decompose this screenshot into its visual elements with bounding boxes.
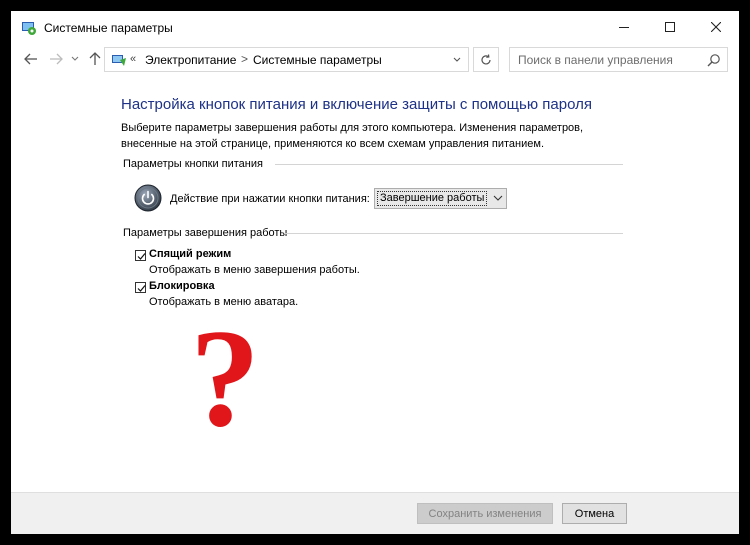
power-action-value[interactable]: Завершение работы	[377, 191, 487, 206]
breadcrumb-overflow[interactable]: «	[130, 53, 136, 65]
navigation-bar: « Электропитание > Системные параметры П…	[11, 44, 739, 74]
sleep-option-description: Отображать в меню завершения работы.	[149, 264, 360, 276]
power-action-label: Действие при нажатии кнопки питания:	[170, 193, 370, 205]
forward-button[interactable]	[47, 50, 65, 68]
breadcrumb-power-options[interactable]: Электропитание	[145, 53, 236, 67]
search-icon[interactable]	[707, 53, 721, 67]
footer-bar: Сохранить изменения Отмена	[11, 492, 739, 534]
search-box[interactable]: Поиск в панели управления	[509, 47, 728, 72]
checkmark-icon	[137, 285, 146, 292]
save-changes-button[interactable]: Сохранить изменения	[417, 503, 553, 524]
back-arrow-icon	[24, 53, 37, 65]
sleep-checkbox[interactable]	[135, 250, 146, 261]
maximize-button[interactable]	[647, 11, 693, 43]
address-dropdown-button[interactable]	[445, 47, 469, 72]
address-bar[interactable]: « Электропитание > Системные параметры	[104, 47, 469, 72]
window-title: Системные параметры	[44, 21, 173, 35]
question-mark-glyph: ?	[190, 307, 260, 437]
up-arrow-icon	[89, 52, 101, 65]
system-settings-icon	[22, 22, 36, 35]
lock-checkbox[interactable]	[135, 282, 146, 293]
power-action-select[interactable]: Завершение работы	[374, 188, 507, 209]
shutdown-group-label: Параметры завершения работы	[123, 227, 288, 239]
refresh-icon	[481, 53, 491, 64]
refresh-button[interactable]	[473, 47, 499, 72]
forward-arrow-icon	[50, 53, 63, 65]
power-button-group-label: Параметры кнопки питания	[123, 158, 263, 170]
chevron-down-icon	[453, 57, 461, 62]
cancel-button[interactable]: Отмена	[562, 503, 627, 524]
search-input[interactable]: Поиск в панели управления	[518, 53, 673, 67]
divider	[275, 164, 623, 165]
close-icon	[711, 22, 721, 32]
sleep-option-title[interactable]: Спящий режим	[149, 248, 231, 260]
breadcrumb-system-settings[interactable]: Системные параметры	[253, 53, 382, 67]
back-button[interactable]	[22, 50, 40, 68]
power-button-icon	[134, 184, 162, 212]
title-bar: Системные параметры	[11, 11, 739, 44]
chevron-down-icon	[493, 195, 503, 201]
chevron-down-icon	[71, 56, 79, 61]
divider	[284, 233, 623, 234]
power-options-icon	[112, 55, 126, 66]
page-title: Настройка кнопок питания и включение защ…	[121, 96, 592, 113]
breadcrumb-separator[interactable]: >	[241, 52, 248, 66]
question-mark-overlay: ?	[190, 307, 260, 437]
up-button[interactable]	[86, 50, 104, 68]
recent-locations-button[interactable]	[69, 50, 81, 68]
maximize-icon	[665, 22, 675, 32]
minimize-icon	[619, 27, 629, 28]
minimize-button[interactable]	[601, 11, 647, 43]
page-description: Выберите параметры завершения работы для…	[121, 122, 584, 150]
lock-option-title[interactable]: Блокировка	[149, 280, 215, 292]
checkmark-icon	[137, 253, 146, 260]
close-button[interactable]	[693, 11, 739, 43]
control-panel-window: Системные параметры « Электропитание > С…	[11, 11, 739, 534]
